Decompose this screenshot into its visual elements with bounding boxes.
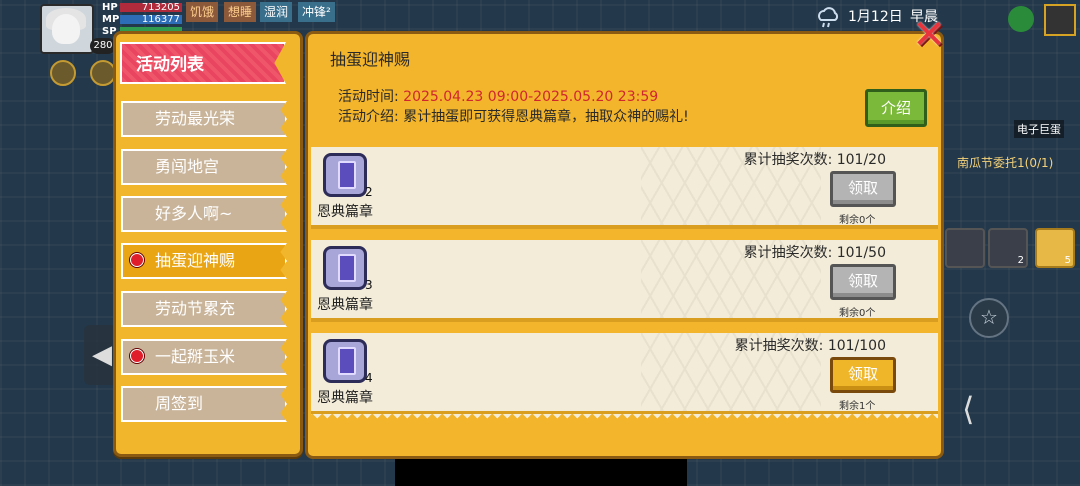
remaining-count: 剩余0个 xyxy=(839,308,876,319)
status-tag-wet: 湿润 xyxy=(260,2,293,22)
player-avatar[interactable] xyxy=(40,4,94,54)
sidebar-item-label: 一起掰玉米 xyxy=(155,347,236,366)
item-slot-3[interactable]: 5 xyxy=(1035,228,1075,268)
draw-progress: 累计抽奖次数: 101/100 xyxy=(734,338,886,354)
sidebar-item-label: 勇闯地宫 xyxy=(155,157,220,176)
sidebar-item-labor-recharge[interactable]: 劳动节累充 xyxy=(121,291,287,327)
claim-button[interactable]: 领取 xyxy=(830,264,896,300)
quest-tracker[interactable]: 南瓜节委托1(0/1) xyxy=(957,154,1053,171)
network-globe-icon[interactable] xyxy=(1008,6,1034,32)
hp-label: HP xyxy=(102,2,118,13)
item-count: 2 xyxy=(365,185,373,199)
red-dot-notification-icon xyxy=(130,349,144,363)
gem-icon xyxy=(338,347,356,375)
hp-value: 713205 xyxy=(141,2,180,13)
sidebar-item-dungeon[interactable]: 勇闯地宫 xyxy=(121,149,287,185)
sidebar-item-corn[interactable]: 一起掰玉米 xyxy=(121,339,287,375)
game-date: 1月12日 xyxy=(848,9,903,25)
sidebar-item-label: 好多人啊~ xyxy=(155,204,233,223)
draw-progress: 累计抽奖次数: 101/50 xyxy=(743,245,886,261)
item-slot-1[interactable] xyxy=(945,228,985,268)
activity-time-value: 2025.04.23 09:00-2025.05.20 23:59 xyxy=(403,89,659,105)
activity-desc-row: 活动介绍: 累计抽蛋即可获得恩典篇章，抽取众神的赐礼! xyxy=(338,106,689,126)
activity-sidebar: 活动列表 劳动最光荣 勇闯地宫 好多人啊~ 抽蛋迎神赐 劳动节累充 一起掰玉米 … xyxy=(113,31,303,457)
reward-row: 2 恩典篇章 累计抽奖次数: 101/20 领取 剩余0个 xyxy=(311,147,938,229)
item-count: 3 xyxy=(365,278,373,292)
remaining-count: 剩余1个 xyxy=(839,401,876,412)
sidebar-item-label: 劳动最光荣 xyxy=(155,109,236,128)
item-name: 恩典篇章 xyxy=(317,390,373,406)
weather-cloud-icon xyxy=(818,7,839,28)
panel-title: 抽蛋迎神赐 xyxy=(330,50,411,69)
activity-time-label: 活动时间: xyxy=(338,89,399,105)
panel-footer xyxy=(311,414,938,450)
mp-bar: MP 116377 xyxy=(102,14,182,25)
favorite-star-icon[interactable]: ☆ xyxy=(969,298,1009,338)
close-icon[interactable]: ✕ xyxy=(912,15,946,55)
sidebar-item-label: 劳动节累充 xyxy=(155,299,236,318)
item-name: 恩典篇章 xyxy=(317,204,373,220)
sidebar-item-weekly-signin[interactable]: 周签到 xyxy=(121,386,287,422)
zigzag-divider xyxy=(311,414,938,422)
item-name: 恩典篇章 xyxy=(317,297,373,313)
mp-value: 116377 xyxy=(141,14,180,25)
sidebar-item-label: 周签到 xyxy=(155,394,204,413)
status-tag-hunger: 饥饿 xyxy=(186,2,219,22)
exit-icon[interactable] xyxy=(1044,4,1076,36)
gem-icon xyxy=(338,161,356,189)
sidebar-item-egg-draw[interactable]: 抽蛋迎神赐 xyxy=(121,243,287,279)
sidebar-item-crowd[interactable]: 好多人啊~ xyxy=(121,196,287,232)
item-slot-2[interactable]: 2 xyxy=(988,228,1028,268)
npc-label: 电子巨蛋 xyxy=(1014,120,1064,138)
sidebar-item-label: 抽蛋迎神赐 xyxy=(155,251,236,270)
sidebar-item-labor-glory[interactable]: 劳动最光荣 xyxy=(121,101,287,137)
reward-row: 4 恩典篇章 累计抽奖次数: 101/100 领取 剩余1个 xyxy=(311,333,938,415)
claim-button[interactable]: 领取 xyxy=(830,171,896,207)
status-tag-sleepy: 想睡 xyxy=(224,2,257,22)
grace-chapter-item-icon[interactable] xyxy=(323,153,367,197)
grace-chapter-item-icon[interactable] xyxy=(323,339,367,383)
remaining-count: 剩余0个 xyxy=(839,215,876,226)
slot-count: 2 xyxy=(1017,255,1024,266)
intro-button[interactable]: 介绍 xyxy=(865,89,927,127)
item-count: 4 xyxy=(365,371,373,385)
red-dot-notification-icon xyxy=(130,253,144,267)
hp-bar: HP 713205 xyxy=(102,2,182,13)
status-tag-charge: 冲锋² xyxy=(298,2,335,22)
sidebar-title: 活动列表 xyxy=(120,42,286,84)
gem-icon xyxy=(338,254,356,282)
activity-time-row: 活动时间: 2025.04.23 09:00-2025.05.20 23:59 xyxy=(338,86,658,106)
slot-count: 5 xyxy=(1064,255,1071,266)
activity-detail-panel: 抽蛋迎神赐 活动时间: 2025.04.23 09:00-2025.05.20 … xyxy=(305,31,944,459)
activity-desc-label: 活动介绍: xyxy=(338,109,399,125)
mp-label: MP xyxy=(102,14,120,25)
buff-icon-1[interactable] xyxy=(50,60,76,86)
grace-chapter-item-icon[interactable] xyxy=(323,246,367,290)
avatar-face xyxy=(52,14,80,44)
bow-weapon-icon[interactable]: ⟨ xyxy=(962,390,998,440)
activity-desc-value: 累计抽蛋即可获得恩典篇章，抽取众神的赐礼! xyxy=(403,109,689,125)
reward-row: 3 恩典篇章 累计抽奖次数: 101/50 领取 剩余0个 xyxy=(311,240,938,322)
draw-progress: 累计抽奖次数: 101/20 xyxy=(743,152,886,168)
claim-button[interactable]: 领取 xyxy=(830,357,896,393)
